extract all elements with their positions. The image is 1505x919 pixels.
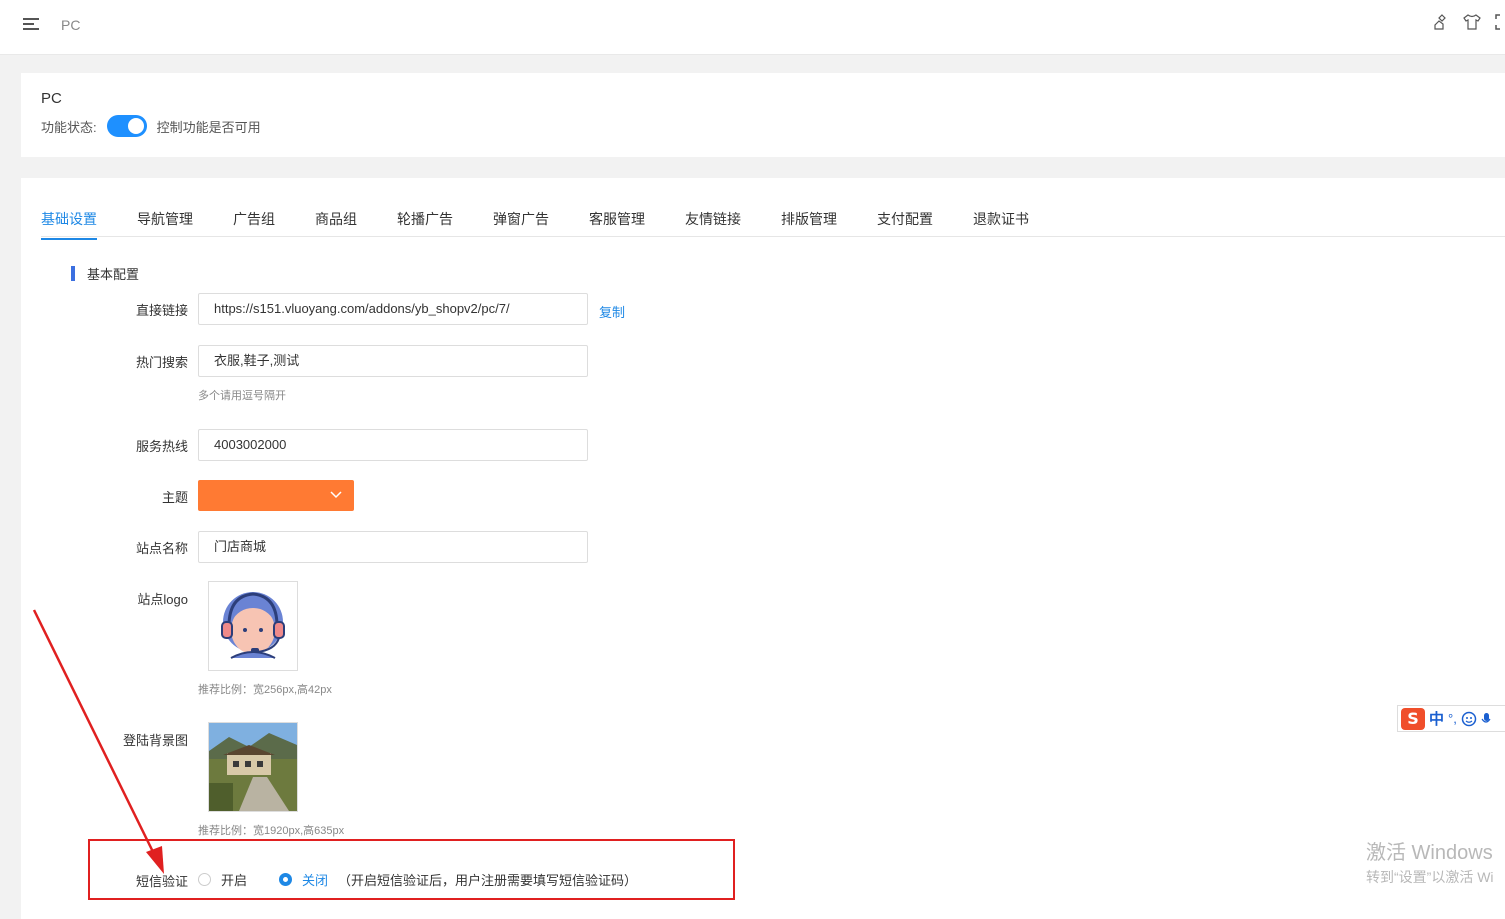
shirt-icon[interactable] xyxy=(1463,14,1481,30)
section-marker xyxy=(71,266,75,281)
module-title: PC xyxy=(41,90,62,107)
section-header: 基本配置 xyxy=(71,264,139,283)
status-toggle[interactable] xyxy=(106,115,147,137)
hot-search-input[interactable]: 衣服,鞋子,测试 xyxy=(198,345,588,377)
direct-link-field[interactable]: https://s151.vluoyang.com/addons/yb_shop… xyxy=(198,293,588,325)
ime-toolbar[interactable]: S 中 °, xyxy=(1397,705,1505,732)
site-name-label: 站点名称 xyxy=(135,541,188,556)
status-description: 控制功能是否可用 xyxy=(156,119,261,135)
top-bar: PC xyxy=(0,0,1505,55)
menu-icon[interactable] xyxy=(23,18,39,32)
tab-divider xyxy=(41,236,1505,237)
status-row: 功能状态: 控制功能是否可用 xyxy=(41,115,261,137)
hot-search-label: 热门搜索 xyxy=(135,355,188,370)
smiley-icon[interactable] xyxy=(1461,711,1477,727)
section-title: 基本配置 xyxy=(87,267,140,282)
site-logo-label: 站点logo xyxy=(137,592,188,607)
watermark-line2: 转到“设置”以激活 Wi xyxy=(1366,869,1494,885)
status-label: 功能状态: xyxy=(41,119,97,135)
windows-activation-watermark: 激活 Windows 转到“设置”以激活 Wi xyxy=(1366,836,1494,887)
hotline-label: 服务热线 xyxy=(135,439,188,454)
top-right-toolbar xyxy=(1433,14,1505,30)
ime-punctuation[interactable]: °, xyxy=(1448,711,1457,726)
hot-search-hint: 多个请用逗号隔开 xyxy=(198,390,286,402)
login-bg-hint: 推荐比例：宽1920px,高635px xyxy=(198,825,345,837)
direct-link-label: 直接链接 xyxy=(135,303,188,318)
theme-label: 主题 xyxy=(161,490,188,505)
customer-service-avatar-icon xyxy=(221,592,285,659)
broom-icon[interactable] xyxy=(1433,14,1449,30)
page-title: PC xyxy=(61,17,81,33)
copy-link-button[interactable]: 复制 xyxy=(599,302,625,321)
ime-mode[interactable]: 中 xyxy=(1429,708,1444,729)
chevron-down-icon xyxy=(330,491,342,499)
sogou-logo-icon: S xyxy=(1401,707,1425,730)
module-status-card: PC 功能状态: 控制功能是否可用 xyxy=(21,73,1505,157)
landscape-photo xyxy=(209,723,297,811)
site-name-input[interactable]: 门店商城 xyxy=(198,531,588,563)
site-logo-hint: 推荐比例：宽256px,高42px xyxy=(198,684,332,696)
microphone-icon[interactable] xyxy=(1481,711,1491,727)
watermark-line1: 激活 Windows xyxy=(1366,842,1493,864)
theme-select[interactable] xyxy=(198,480,354,511)
site-logo-upload[interactable] xyxy=(208,581,298,671)
hotline-input[interactable]: 4003002000 xyxy=(198,429,588,461)
fullscreen-icon[interactable] xyxy=(1495,14,1505,30)
annotation-highlight-box xyxy=(88,839,735,900)
login-bg-upload[interactable] xyxy=(208,722,298,812)
login-bg-label: 登陆背景图 xyxy=(122,733,188,748)
settings-card: 基础设置 导航管理 广告组 商品组 轮播广告 弹窗广告 客服管理 友情链接 排版… xyxy=(21,178,1505,919)
